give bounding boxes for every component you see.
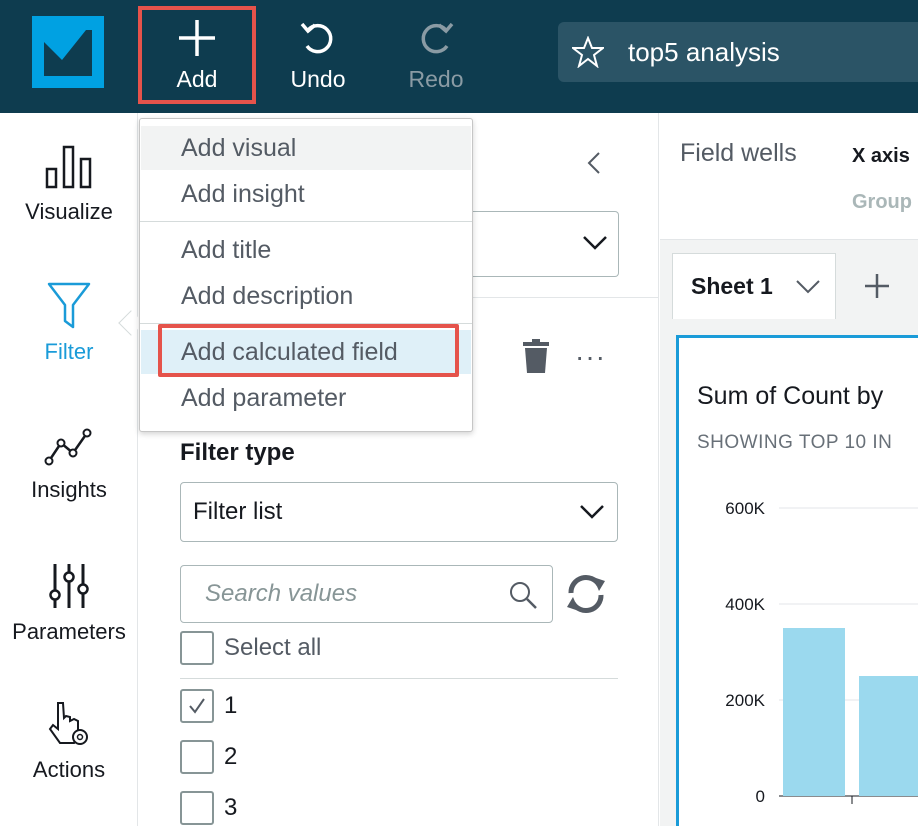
rail-label-visualize: Visualize <box>25 199 113 224</box>
search-values-input[interactable]: Search values <box>180 565 553 623</box>
redo-button[interactable]: Redo <box>381 6 491 104</box>
menu-item-add-description[interactable]: Add description <box>141 274 471 318</box>
chevron-down-icon <box>583 236 607 250</box>
bar-chart-icon <box>45 145 92 189</box>
x-axis-well-label[interactable]: X axis <box>852 145 910 168</box>
callout-highlight-box <box>158 324 459 377</box>
undo-button-label: Undo <box>290 65 346 92</box>
top-toolbar: Add Undo Redo top5 analysis <box>0 0 918 113</box>
star-icon[interactable] <box>572 36 604 68</box>
filter-type-select[interactable]: Filter list <box>180 482 618 542</box>
filter-icon <box>47 282 91 329</box>
y-tick-label: 600K <box>725 499 765 518</box>
add-dropdown-menu: Add visual Add insight Add title Add des… <box>139 118 473 432</box>
checkbox-checked[interactable] <box>180 689 214 723</box>
options-divider <box>180 678 618 679</box>
menu-item-add-insight[interactable]: Add insight <box>141 172 471 216</box>
plus-icon <box>179 19 215 56</box>
add-button[interactable]: Add <box>138 6 256 104</box>
select-all-checkbox[interactable]: Select all <box>180 631 321 665</box>
y-tick-label: 0 <box>756 787 765 806</box>
rail-item-actions[interactable]: Actions <box>0 699 138 783</box>
plus-icon <box>865 274 889 298</box>
sheet-tab-label: Sheet 1 <box>691 273 773 299</box>
undo-icon <box>300 22 333 53</box>
bar[interactable] <box>859 676 918 796</box>
rail-item-visualize[interactable]: Visualize <box>0 143 138 225</box>
y-tick-label: 200K <box>725 691 765 710</box>
rail-label-filter: Filter <box>44 339 94 364</box>
refresh-icon[interactable] <box>563 571 609 617</box>
filter-value-label: 3 <box>224 794 238 821</box>
field-wells-label[interactable]: Field wells <box>680 139 797 168</box>
chevron-down-icon <box>580 505 604 519</box>
field-wells: Field wells X axis Group <box>660 113 918 240</box>
filter-value-option[interactable]: 3 <box>180 791 237 825</box>
add-sheet-button[interactable] <box>836 253 918 319</box>
pointer-gear-icon <box>48 702 88 745</box>
checkbox[interactable] <box>180 631 214 665</box>
filter-value-label: 1 <box>224 692 238 719</box>
analysis-title: top5 analysis <box>628 36 780 67</box>
bar-chart: 600K 400K 200K 0 <box>725 499 918 806</box>
rail-item-parameters[interactable]: Parameters <box>0 561 138 645</box>
menu-separator <box>140 221 472 222</box>
rail-label-actions: Actions <box>32 757 106 782</box>
rail-item-insights[interactable]: Insights <box>0 425 138 503</box>
bar[interactable] <box>783 628 845 796</box>
analysis-title-field[interactable]: top5 analysis <box>558 22 918 82</box>
insights-icon <box>44 428 92 466</box>
tab-sheet-1[interactable]: Sheet 1 <box>672 253 836 319</box>
visual-title: Sum of Count by <box>697 382 884 410</box>
checkbox[interactable] <box>180 791 214 825</box>
menu-item-add-title[interactable]: Add title <box>141 228 471 272</box>
group-well-label[interactable]: Group <box>852 191 912 214</box>
y-tick-label: 400K <box>725 595 765 614</box>
checkmark-icon <box>189 698 205 714</box>
analysis-canvas: Field wells X axis Group Sheet 1 Sum of … <box>660 113 918 826</box>
quicksight-logo[interactable] <box>32 16 104 88</box>
visual-card[interactable]: Sum of Count by SHOWING TOP 10 IN 600K 40… <box>676 335 918 826</box>
logo-icon <box>44 30 92 76</box>
menu-item-add-parameter[interactable]: Add parameter <box>141 376 471 420</box>
left-nav-rail: Visualize Filter Insights Parameters Act… <box>0 113 138 826</box>
checkbox[interactable] <box>180 740 214 774</box>
filter-type-value: Filter list <box>193 498 283 525</box>
redo-button-label: Redo <box>408 65 464 92</box>
chevron-down-icon[interactable] <box>795 278 821 296</box>
search-icon <box>510 582 537 609</box>
visual-subtitle: SHOWING TOP 10 IN <box>697 432 893 453</box>
filter-value-label: 2 <box>224 743 238 770</box>
rail-label-insights: Insights <box>31 477 107 502</box>
menu-item-add-visual[interactable]: Add visual <box>141 126 471 170</box>
filter-type-label: Filter type <box>180 439 295 466</box>
add-button-label: Add <box>176 65 218 92</box>
filter-value-option[interactable]: 1 <box>180 689 237 723</box>
redo-icon <box>421 22 454 53</box>
filter-value-option[interactable]: 2 <box>180 740 237 774</box>
select-all-label: Select all <box>224 634 322 661</box>
undo-button[interactable]: Undo <box>263 6 373 104</box>
rail-label-parameters: Parameters <box>12 619 126 644</box>
more-options-button[interactable]: ··· <box>575 341 606 373</box>
sliders-icon <box>49 564 89 608</box>
collapse-panel-icon[interactable] <box>583 151 607 175</box>
search-placeholder: Search values <box>205 580 358 607</box>
trash-icon[interactable] <box>521 339 551 373</box>
